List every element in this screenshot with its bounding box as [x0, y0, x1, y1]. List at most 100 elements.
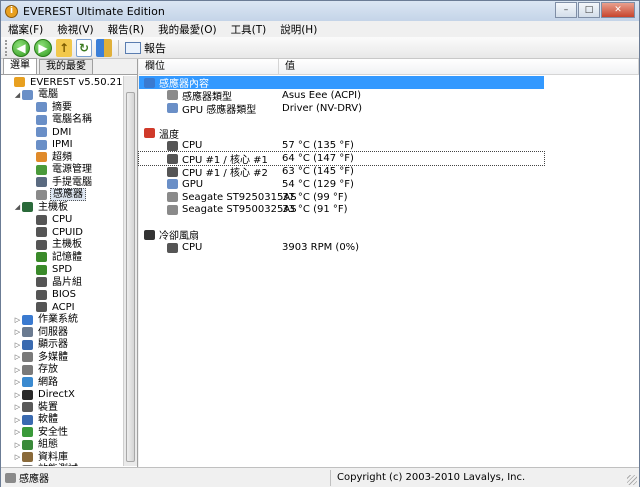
tree-expander-icon[interactable]: ▷ [13, 391, 22, 399]
tree-expander-icon[interactable]: ▷ [13, 441, 22, 449]
tree-item-label: DMI [52, 126, 72, 138]
window-title: EVEREST Ultimate Edition [23, 4, 165, 18]
tree-item[interactable]: EVEREST v5.50.2163 Beta [1, 76, 123, 89]
tree-item[interactable]: 晶片組 [1, 276, 123, 289]
tree-item[interactable]: ▷ 組態 [1, 439, 123, 452]
tree-expander-icon[interactable]: ▷ [13, 341, 22, 349]
tree-expander-icon[interactable]: ▷ [13, 453, 22, 461]
menu-report[interactable]: 報告(R) [101, 22, 152, 37]
tree-expander-icon[interactable]: ▷ [13, 366, 22, 374]
spd-icon [36, 264, 47, 275]
tree-item[interactable]: DMI [1, 126, 123, 139]
forward-arrow-icon[interactable]: ▶ [34, 38, 52, 57]
tree-expander-icon[interactable]: ▷ [13, 316, 22, 324]
field-label: Seagate ST9250315AS [182, 191, 297, 203]
tree-item[interactable]: 記憶體 [1, 251, 123, 264]
tree-item[interactable]: ▷ 顯示器 [1, 339, 123, 352]
tree-item[interactable]: ▷ 裝置 [1, 401, 123, 414]
report-button[interactable]: 報告 [125, 40, 166, 56]
list-row[interactable]: CPU 3903 RPM (0%) [139, 241, 639, 254]
tree-item-label: 晶片組 [52, 276, 82, 288]
maximize-button[interactable]: □ [578, 2, 600, 18]
group-header[interactable]: 冷卻風扇 [139, 228, 639, 242]
everest-app-icon[interactable]: i [5, 4, 18, 18]
cpuid-icon [36, 227, 47, 238]
users-icon[interactable] [96, 38, 112, 57]
tree-item[interactable]: ▷ 網路 [1, 376, 123, 389]
tree-scrollbar-thumb[interactable] [126, 92, 135, 462]
tree-item[interactable]: 主機板 [1, 239, 123, 252]
back-arrow-icon[interactable]: ◀ [12, 38, 30, 57]
title-bar[interactable]: i EVEREST Ultimate Edition – □ ✕ [1, 1, 639, 21]
overclock-icon [36, 152, 47, 163]
tree-item[interactable]: ▷效能測試 [1, 464, 123, 466]
tree-item-label: 摘要 [52, 101, 72, 113]
up-folder-icon[interactable]: ↑ [56, 38, 72, 57]
tree-item[interactable]: ACPI [1, 301, 123, 314]
tree-item[interactable]: ◢ 主機板 [1, 201, 123, 214]
laptop-icon [36, 177, 47, 188]
close-button[interactable]: ✕ [601, 2, 635, 18]
sensor-status-icon [5, 472, 16, 483]
list-row[interactable]: Seagate ST9500325AS 33 °C (91 °F) [139, 204, 639, 217]
tree-item[interactable]: ▷ 伺服器 [1, 326, 123, 339]
tree-item[interactable]: IPMI [1, 139, 123, 152]
tree-item[interactable]: 電腦名稱 [1, 114, 123, 127]
toolbar-grip[interactable] [5, 39, 8, 56]
minimize-button[interactable]: – [555, 2, 577, 18]
tree-item[interactable]: 感應器 [1, 188, 123, 202]
multimedia-icon [22, 352, 33, 363]
cpu-chip-icon [167, 140, 178, 151]
column-value-header[interactable]: 值 [279, 59, 639, 74]
tree-item[interactable]: SPD [1, 264, 123, 277]
list-row[interactable]: Seagate ST9250315AS 37 °C (99 °F) [139, 191, 639, 204]
tree-item[interactable]: ▷ 多媒體 [1, 351, 123, 364]
list-row[interactable]: CPU #1 / 核心 #2 63 °C (145 °F) [139, 165, 639, 179]
tree-scrollbar[interactable] [123, 76, 137, 466]
menu-favorites[interactable]: 我的最愛(O) [151, 22, 223, 37]
gpu-sensor-icon [167, 103, 178, 114]
menu-help[interactable]: 說明(H) [273, 22, 324, 37]
tree-item[interactable]: ◢ 電腦 [1, 89, 123, 102]
tree-item[interactable]: ▷ 作業系統 [1, 314, 123, 327]
power-icon [36, 164, 47, 175]
tree-expander-icon[interactable]: ▷ [13, 328, 22, 336]
tree-item[interactable]: 摘要 [1, 101, 123, 114]
tree-expander-icon[interactable]: ▷ [13, 378, 22, 386]
list-row[interactable]: GPU 感應器類型 Driver (NV-DRV) [139, 102, 639, 116]
tab-menu[interactable]: 選單 [3, 58, 37, 74]
resize-grip[interactable] [627, 475, 637, 485]
tree-item-label: 作業系統 [38, 314, 78, 326]
tree-item[interactable]: CPU [1, 214, 123, 227]
tree-expander-icon[interactable]: ▷ [13, 428, 22, 436]
tree-item[interactable]: ▷ DirectX [1, 389, 123, 402]
tree-item[interactable]: ▷ 存放 [1, 364, 123, 377]
sensor-list: 感應器內容 感應器類型 Asus Eee (ACPI) GPU 感應器類型 Driver… [138, 76, 639, 266]
field-value: 3903 RPM (0%) [282, 242, 360, 254]
menu-view[interactable]: 檢視(V) [50, 22, 100, 37]
fan-icon [144, 229, 155, 240]
refresh-icon[interactable]: ↻ [76, 38, 92, 57]
tree-expander-icon[interactable]: ◢ [13, 203, 22, 211]
tree-item[interactable]: BIOS [1, 289, 123, 302]
tree-item[interactable]: ▷ 安全性 [1, 426, 123, 439]
tree-item[interactable]: CPUID [1, 226, 123, 239]
board-icon [36, 239, 47, 250]
tree-item-label: SPD [52, 264, 73, 276]
tree-item[interactable]: 手提電腦 [1, 176, 123, 189]
tree-item[interactable]: 電源管理 [1, 164, 123, 177]
tree-expander-icon[interactable]: ◢ [13, 91, 22, 99]
tree-expander-icon[interactable]: ▷ [13, 353, 22, 361]
tree-item[interactable]: ▷ 軟體 [1, 414, 123, 427]
storage-icon [22, 364, 33, 375]
tree-expander-icon[interactable]: ▷ [13, 403, 22, 411]
tab-favorites[interactable]: 我的最愛 [39, 59, 93, 74]
menu-file[interactable]: 檔案(F) [1, 22, 50, 37]
list-row[interactable]: GPU 54 °C (129 °F) [139, 178, 639, 191]
tree-item[interactable]: ▷ 資料庫 [1, 451, 123, 464]
tree-item[interactable]: 超頻 [1, 151, 123, 164]
menu-tools[interactable]: 工具(T) [224, 22, 274, 37]
column-field-header[interactable]: 欄位 [139, 59, 279, 74]
group-header[interactable]: 溫度 [139, 127, 639, 141]
tree-expander-icon[interactable]: ▷ [13, 416, 22, 424]
